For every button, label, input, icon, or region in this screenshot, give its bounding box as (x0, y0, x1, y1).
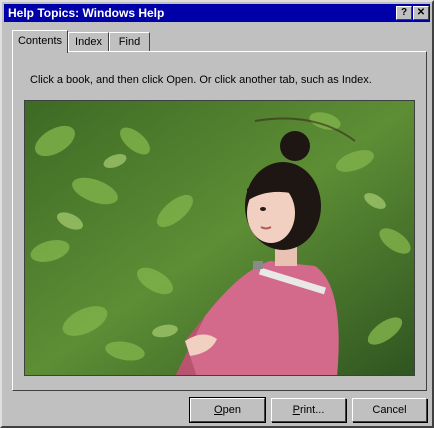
cancel-button-label: Cancel (372, 404, 407, 416)
photo-illustration (25, 101, 414, 375)
photo-image (24, 100, 415, 376)
print-button-label: rint... (299, 404, 325, 416)
contents-panel: Click a book, and then click Open. Or cl… (12, 51, 427, 391)
help-topics-window: Help Topics: Windows Help ? ✕ Contents I… (0, 0, 434, 428)
tab-find-label: Find (118, 36, 141, 48)
close-icon[interactable]: ✕ (413, 6, 429, 20)
tab-index[interactable]: Index (68, 32, 109, 52)
open-button-label: pen (222, 404, 241, 416)
window-title: Help Topics: Windows Help (8, 6, 165, 20)
help-icon[interactable]: ? (396, 6, 412, 20)
tab-contents-label: Contents (17, 35, 63, 47)
title-bar[interactable]: Help Topics: Windows Help ? ✕ (4, 4, 430, 22)
instructions-text: Click a book, and then click Open. Or cl… (30, 74, 372, 86)
tab-find[interactable]: Find (109, 32, 150, 52)
print-button[interactable]: Print... (271, 398, 346, 422)
open-button-accelerator: O (214, 404, 223, 416)
open-button[interactable]: Open (189, 397, 266, 423)
cancel-button[interactable]: Cancel (352, 398, 427, 422)
tab-contents[interactable]: Contents (12, 30, 68, 53)
print-button-accelerator: P (292, 404, 300, 416)
tab-index-label: Index (75, 36, 102, 48)
